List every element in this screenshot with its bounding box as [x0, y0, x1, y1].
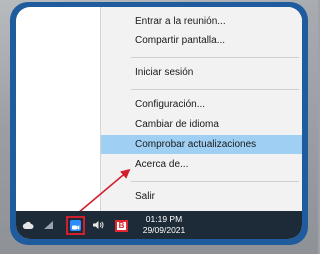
- clock-time: 01:19 PM: [145, 214, 183, 224]
- menu-separator: [131, 57, 299, 58]
- menu-item-settings[interactable]: Configuración...: [101, 95, 302, 114]
- b-app-icon[interactable]: B: [115, 220, 128, 232]
- cloud-icon[interactable]: [22, 219, 34, 231]
- menu-item-share-screen[interactable]: Compartir pantalla...: [101, 31, 302, 50]
- menu-separator: [131, 89, 299, 90]
- volume-icon[interactable]: [91, 219, 105, 231]
- clock-date: 29/09/2021: [142, 225, 186, 235]
- screen-area: Entrar a la reunión... Compartir pantall…: [16, 7, 302, 239]
- clock[interactable]: 01:19 PM 29/09/2021: [134, 214, 194, 236]
- menu-item-sign-in[interactable]: Iniciar sesión: [101, 63, 302, 82]
- context-menu: Entrar a la reunión... Compartir pantall…: [100, 7, 302, 211]
- menu-item-about[interactable]: Acerca de...: [101, 155, 302, 174]
- network-icon[interactable]: [42, 219, 54, 231]
- menu-item-check-updates[interactable]: Comprobar actualizaciones: [101, 135, 302, 154]
- menu-item-exit[interactable]: Salir: [101, 187, 302, 206]
- menu-item-join-meeting[interactable]: Entrar a la reunión...: [101, 12, 302, 31]
- zoom-app-icon[interactable]: [70, 220, 81, 231]
- menu-separator: [131, 181, 299, 182]
- menu-item-change-language[interactable]: Cambiar de idioma: [101, 115, 302, 134]
- taskbar: B 01:19 PM 29/09/2021: [16, 211, 302, 239]
